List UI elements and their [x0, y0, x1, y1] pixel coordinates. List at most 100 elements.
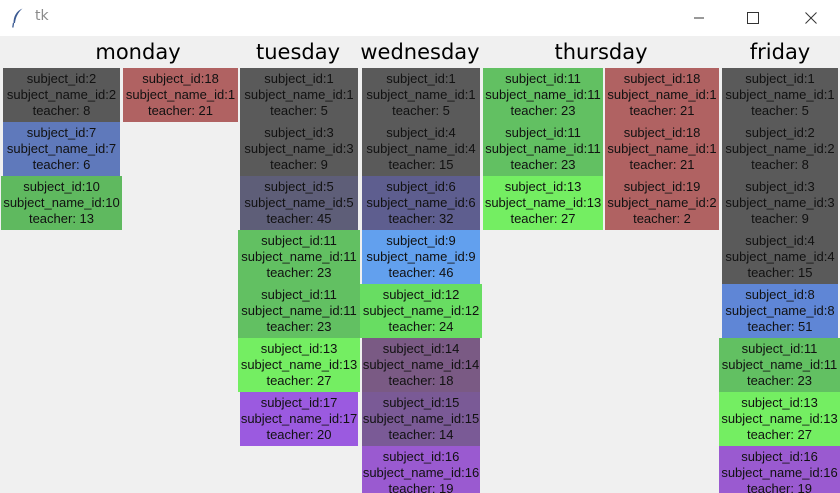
schedule-cell[interactable]: subject_id:12 subject_name_id:12 teacher: …	[360, 284, 482, 338]
cell-subject-id: subject_id:4	[386, 125, 456, 140]
cell-subject-name-id: subject_name_id:11	[485, 141, 601, 156]
cell-subject-id: subject_id:9	[386, 233, 456, 248]
schedule-cell[interactable]: subject_id:2 subject_name_id:2 teacher: 8	[3, 68, 120, 122]
schedule-cell[interactable]: subject_id:16 subject_name_id:16 teacher: …	[362, 446, 480, 493]
cell-teacher: teacher: 8	[32, 103, 91, 118]
schedule-cell[interactable]: subject_id:16 subject_name_id:16 teacher: …	[719, 446, 840, 493]
cell-subject-id: subject_id:4	[745, 233, 815, 248]
schedule-cell[interactable]: subject_id:11 subject_name_id:11 teacher: …	[719, 338, 840, 392]
cell-subject-id: subject_id:3	[264, 125, 334, 140]
cell-subject-id: subject_id:2	[26, 71, 97, 86]
schedule-cell[interactable]: subject_id:18 subject_name_id:1 teacher: 2…	[605, 122, 719, 176]
cell-subject-name-id: subject_name_id:8	[725, 303, 835, 318]
cell-subject-id: subject_id:11	[261, 233, 337, 248]
cell-subject-id: subject_id:13	[741, 395, 818, 410]
cell-teacher: teacher: 46	[388, 265, 454, 280]
schedule-cell[interactable]: subject_id:5 subject_name_id:5 teacher: 45	[240, 176, 358, 230]
cell-subject-id: subject_id:1	[264, 71, 334, 86]
cell-teacher: teacher: 23	[266, 319, 332, 334]
cell-teacher: teacher: 2	[633, 211, 691, 226]
cell-subject-name-id: subject_name_id:5	[244, 195, 354, 210]
cell-subject-id: subject_id:6	[386, 179, 456, 194]
schedule-cell[interactable]: subject_id:6 subject_name_id:6 teacher: 32	[362, 176, 480, 230]
cell-teacher: teacher: 21	[629, 103, 695, 118]
schedule-cell[interactable]: subject_id:11 subject_name_id:11 teacher: …	[483, 122, 603, 176]
cell-subject-id: subject_id:3	[745, 179, 815, 194]
schedule-cell[interactable]: subject_id:13 subject_name_id:13 teacher: …	[719, 392, 840, 446]
cell-subject-id: subject_id:5	[264, 179, 334, 194]
cell-subject-name-id: subject_name_id:11	[241, 249, 357, 264]
schedule-cell[interactable]: subject_id:9 subject_name_id:9 teacher: 46	[362, 230, 480, 284]
cell-subject-name-id: subject_name_id:12	[362, 303, 480, 318]
schedule-cell[interactable]: subject_id:2 subject_name_id:2 teacher: 8	[722, 122, 838, 176]
cell-subject-id: subject_id:18	[142, 71, 219, 86]
cell-subject-id: subject_id:16	[382, 449, 460, 464]
cell-subject-id: subject_id:11	[505, 71, 581, 86]
cell-subject-name-id: subject_name_id:9	[366, 249, 476, 264]
cell-teacher: teacher: 20	[266, 427, 332, 442]
cell-subject-name-id: subject_name_id:3	[725, 195, 835, 210]
cell-teacher: teacher: 8	[751, 157, 809, 172]
cell-subject-name-id: subject_name_id:13	[240, 357, 358, 372]
schedule-cell[interactable]: subject_id:17 subject_name_id:17 teacher: …	[240, 392, 358, 446]
schedule-cell[interactable]: subject_id:7 subject_name_id:7 teacher: 6	[3, 122, 120, 176]
schedule-cell[interactable]: subject_id:19 subject_name_id:2 teacher: 2	[605, 176, 719, 230]
cell-subject-id: subject_id:19	[623, 179, 701, 194]
schedule-cell[interactable]: subject_id:18 subject_name_id:1 teacher: 2…	[605, 68, 719, 122]
cell-teacher: teacher: 21	[629, 157, 695, 172]
schedule-cell[interactable]: subject_id:4 subject_name_id:4 teacher: 15	[362, 122, 480, 176]
day-label-wednesday: wednesday	[360, 40, 480, 64]
cell-teacher: teacher: 13	[28, 211, 95, 226]
schedule-cell[interactable]: subject_id:4 subject_name_id:4 teacher: 15	[722, 230, 838, 284]
maximize-button[interactable]	[730, 0, 776, 36]
schedule-cell[interactable]: subject_id:11 subject_name_id:11 teacher: …	[238, 230, 360, 284]
schedule-cell[interactable]: subject_id:8 subject_name_id:8 teacher: 51	[722, 284, 838, 338]
schedule-cell[interactable]: subject_id:13 subject_name_id:13 teacher: …	[238, 338, 360, 392]
cell-teacher: teacher: 21	[147, 103, 214, 118]
cell-teacher: teacher: 15	[388, 157, 454, 172]
window-title: tk	[35, 8, 49, 24]
minimize-button[interactable]	[676, 0, 722, 36]
cell-subject-id: subject_id:13	[260, 341, 338, 356]
schedule-cell[interactable]: subject_id:11 subject_name_id:11 teacher: …	[238, 284, 360, 338]
schedule-cell[interactable]: subject_id:1 subject_name_id:1 teacher: 5	[240, 68, 358, 122]
schedule-cell[interactable]: subject_id:10 subject_name_id:10 teacher: …	[1, 176, 122, 230]
cell-subject-name-id: subject_name_id:11	[485, 87, 601, 102]
cell-teacher: teacher: 27	[266, 373, 332, 388]
cell-teacher: teacher: 6	[32, 157, 91, 172]
day-label-friday: friday	[749, 40, 811, 64]
cell-teacher: teacher: 23	[510, 157, 576, 172]
cell-subject-id: subject_id:7	[26, 125, 97, 140]
cell-subject-name-id: subject_name_id:1	[725, 87, 835, 102]
cell-subject-name-id: subject_name_id:1	[244, 87, 354, 102]
cell-subject-id: subject_id:18	[623, 125, 701, 140]
cell-subject-name-id: subject_name_id:2	[725, 141, 835, 156]
cell-teacher: teacher: 9	[270, 157, 328, 172]
schedule-cell[interactable]: subject_id:15 subject_name_id:15 teacher: …	[362, 392, 480, 446]
schedule-cell[interactable]: subject_id:14 subject_name_id:14 teacher: …	[362, 338, 480, 392]
cell-subject-name-id: subject_name_id:1	[125, 87, 236, 102]
schedule-cell[interactable]: subject_id:1 subject_name_id:1 teacher: 5	[362, 68, 480, 122]
cell-subject-name-id: subject_name_id:14	[362, 357, 480, 372]
schedule-cell[interactable]: subject_id:1 subject_name_id:1 teacher: 5	[722, 68, 838, 122]
schedule-cell[interactable]: subject_id:13 subject_name_id:13 teacher: …	[483, 176, 603, 230]
cell-subject-id: subject_id:1	[386, 71, 456, 86]
schedule-cell[interactable]: subject_id:3 subject_name_id:3 teacher: 9	[240, 122, 358, 176]
cell-subject-name-id: subject_name_id:1	[366, 87, 476, 102]
schedule-cell[interactable]: subject_id:18 subject_name_id:1 teacher: 2…	[123, 68, 238, 122]
cell-subject-id: subject_id:10	[23, 179, 100, 194]
cell-subject-id: subject_id:11	[261, 287, 337, 302]
cell-subject-name-id: subject_name_id:15	[362, 411, 480, 426]
minimize-icon	[694, 17, 704, 19]
cell-teacher: teacher: 24	[388, 319, 454, 334]
schedule-cell[interactable]: subject_id:3 subject_name_id:3 teacher: 9	[722, 176, 838, 230]
cell-teacher: teacher: 27	[510, 211, 576, 226]
schedule-cell[interactable]: subject_id:11 subject_name_id:11 teacher: …	[483, 68, 603, 122]
cell-teacher: teacher: 14	[388, 427, 454, 442]
cell-teacher: teacher: 15	[747, 265, 813, 280]
cell-subject-id: subject_id:8	[745, 287, 815, 302]
cell-teacher: teacher: 19	[388, 481, 454, 493]
cell-subject-id: subject_id:11	[741, 341, 818, 356]
close-button[interactable]	[788, 0, 834, 36]
cell-subject-name-id: subject_name_id:4	[725, 249, 835, 264]
